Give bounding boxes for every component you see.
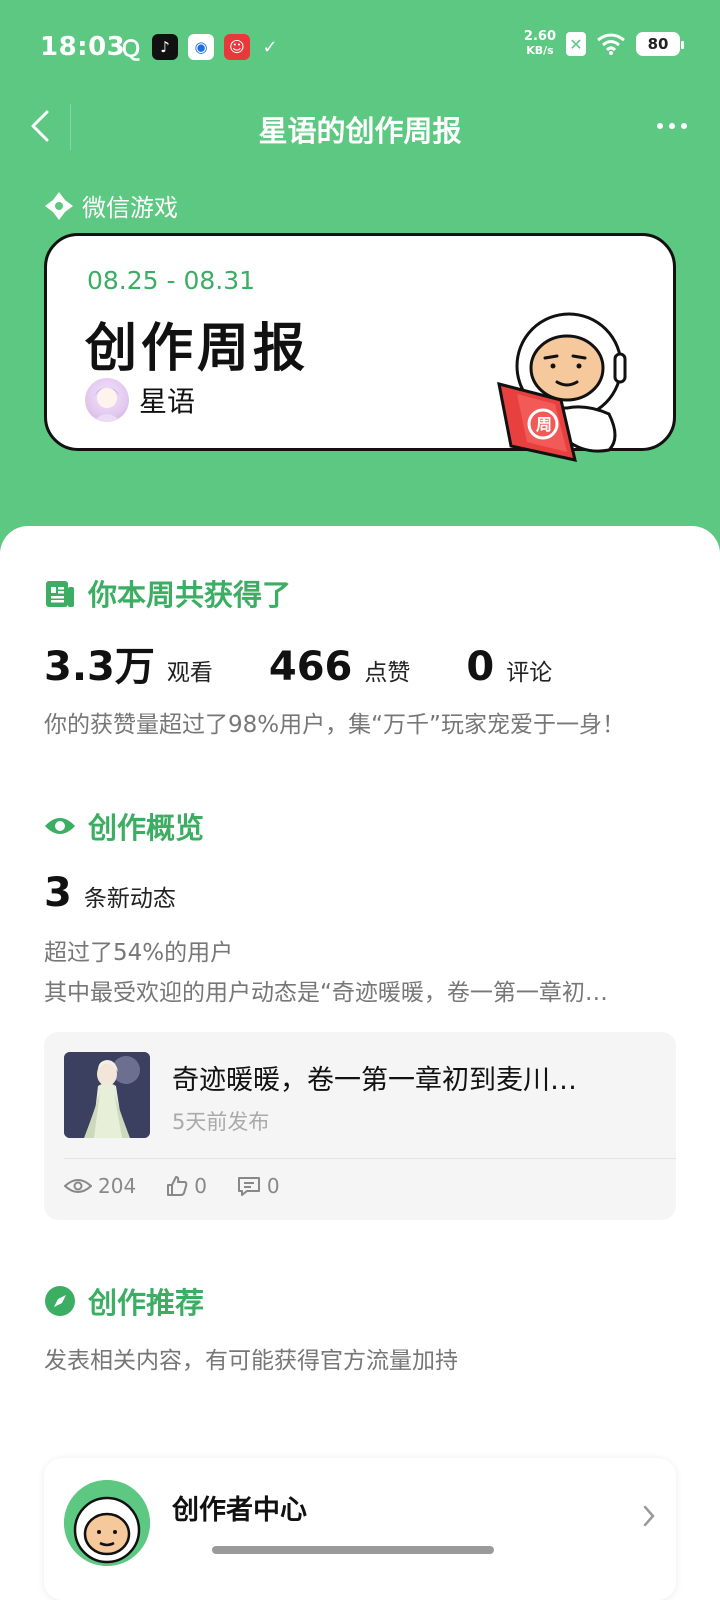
recommend-section-header: 创作推荐 — [44, 1280, 204, 1322]
content-sheet: 你本周共获得了 3.3万 观看 466 点赞 0 评论 你的获赞量超过了98%用… — [0, 526, 720, 1600]
status-time: 18:03 — [40, 32, 126, 62]
eye-outline-icon — [64, 1179, 92, 1193]
check-icon: ✓ — [262, 36, 278, 58]
creator-center-avatar — [64, 1480, 150, 1566]
likes-value: 466 — [268, 644, 353, 690]
brand-name: 微信游戏 — [82, 194, 178, 222]
recommend-desc: 发表相关内容，有可能获得官方流量加持 — [44, 1348, 458, 1374]
more-dot-icon — [657, 123, 663, 129]
top-post-text: 其中最受欢迎的用户动态是“奇迹暖暖，卷一第一章初… — [44, 980, 608, 1006]
creator-center-card[interactable]: 创作者中心 — [44, 1458, 676, 1600]
post-likes[interactable]: 0 — [166, 1174, 207, 1198]
battery-level: 80 — [647, 35, 669, 53]
more-button[interactable] — [648, 104, 696, 148]
tiktok-icon: ♪ — [152, 34, 178, 60]
wifi-icon — [597, 33, 625, 55]
views-value: 3.3万 — [44, 644, 155, 690]
post-comments[interactable]: 0 — [237, 1174, 280, 1198]
post-card[interactable]: 奇迹暖暖，卷一第一章初到麦川… 5天前发布 204 0 0 — [44, 1032, 676, 1220]
weekly-section-header: 你本周共获得了 — [44, 572, 291, 614]
overview-section-title: 创作概览 — [88, 811, 205, 845]
q-icon: Ｑ — [120, 37, 143, 62]
post-title: 奇迹暖暖，卷一第一章初到麦川… — [172, 1065, 577, 1096]
mascot-icon — [64, 1480, 150, 1566]
more-dot-icon — [681, 123, 687, 129]
thumbs-up-icon — [167, 1176, 188, 1196]
nav-bar: 星语的创作周报 — [0, 96, 720, 156]
weekly-section-title: 你本周共获得了 — [88, 578, 292, 612]
post-count-label: 条新动态 — [83, 886, 176, 912]
avatar-illustration — [93, 387, 121, 422]
report-title: 创作周报 — [85, 319, 310, 379]
author-name: 星语 — [139, 385, 196, 418]
mascot-reading-icon: 周 — [497, 312, 627, 462]
net-speed-unit: KB/s — [526, 44, 554, 57]
status-right: 2.60 KB/s ✕ 80 — [524, 30, 684, 58]
post-thumbnail-image — [64, 1052, 150, 1138]
creator-center-title: 创作者中心 — [172, 1495, 307, 1526]
post-count-row: 3 条新动态 — [44, 870, 176, 916]
net-speed-value: 2.60 — [523, 29, 556, 44]
recommend-section-title: 创作推荐 — [88, 1286, 205, 1320]
brand-label: 微信游戏 — [44, 188, 178, 223]
chevron-right-icon — [642, 1504, 656, 1535]
svg-text:周: 周 — [536, 415, 552, 434]
post-thumbnail — [64, 1052, 150, 1138]
net-speed: 2.60 KB/s — [524, 30, 556, 58]
comments-label: 评论 — [506, 660, 553, 686]
notification-icons: Ｑ ♪ ◉ ☺ ✓ — [120, 34, 280, 62]
post-time: 5天前发布 — [172, 1110, 270, 1134]
author-row: 星语 — [85, 378, 195, 422]
newspaper-icon — [46, 581, 74, 607]
overview-section-header: 创作概览 — [44, 805, 204, 847]
more-dot-icon — [669, 123, 675, 129]
battery-icon: 80 — [636, 32, 684, 56]
compass-icon — [45, 1286, 75, 1316]
status-bar: 18:03 Ｑ ♪ ◉ ☺ ✓ 2.60 KB/s ✕ 80 — [0, 0, 720, 96]
blue-app-icon: ◉ — [188, 34, 214, 60]
post-likes-count: 0 — [194, 1174, 207, 1198]
sim-off-icon: ✕ — [566, 32, 586, 56]
eye-icon — [45, 818, 75, 834]
wechat-game-icon — [45, 191, 73, 220]
red-app-icon: ☺ — [224, 34, 250, 60]
report-card: 08.25 - 08.31 创作周报 星语 周 — [44, 233, 676, 462]
views-label: 观看 — [166, 660, 213, 686]
comment-icon — [237, 1177, 260, 1196]
weekly-stats: 3.3万 观看 466 点赞 0 评论 — [44, 634, 552, 692]
page-title: 星语的创作周报 — [258, 114, 462, 148]
post-count-value: 3 — [44, 870, 72, 916]
percentile-text: 超过了54%的用户 — [44, 940, 234, 966]
post-divider — [64, 1158, 676, 1159]
likes-label: 点赞 — [364, 660, 411, 686]
weekly-summary: 你的获赞量超过了98%用户，集“万千”玩家宠爱于一身！ — [44, 712, 625, 738]
post-views: 204 — [64, 1174, 136, 1198]
post-metrics: 204 0 0 — [64, 1174, 280, 1198]
comments-value: 0 — [466, 644, 495, 690]
date-range: 08.25 - 08.31 — [87, 266, 256, 295]
avatar — [85, 378, 129, 422]
post-views-count: 204 — [98, 1174, 137, 1198]
home-indicator[interactable] — [212, 1546, 494, 1554]
post-comments-count: 0 — [266, 1174, 280, 1198]
